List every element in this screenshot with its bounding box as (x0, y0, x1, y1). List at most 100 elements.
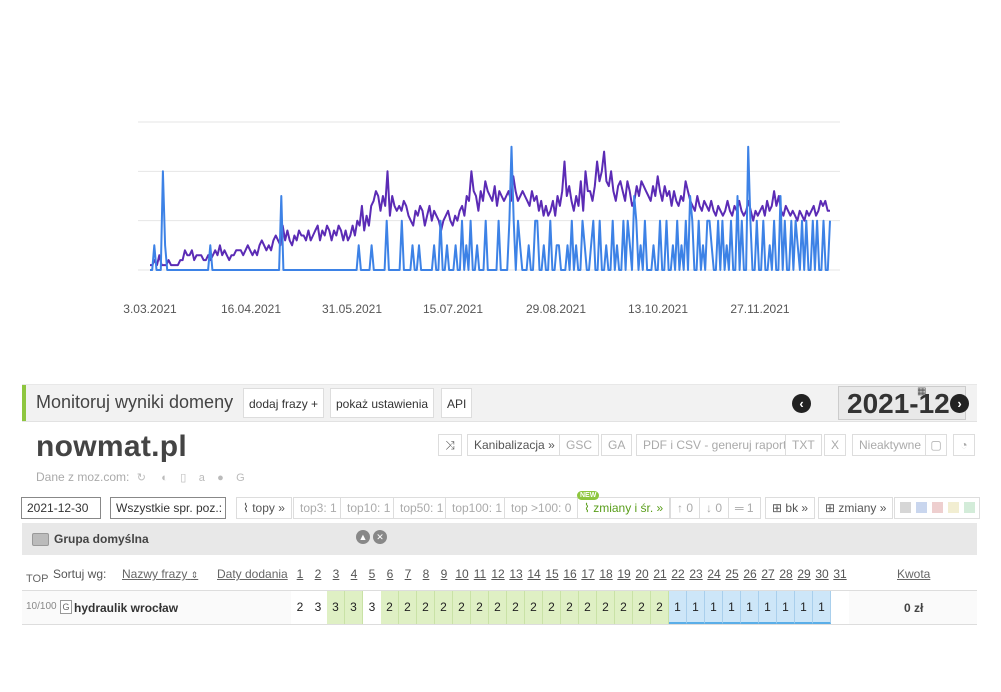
position-cell[interactable]: 1 (795, 591, 813, 624)
x-button[interactable]: X (824, 434, 847, 456)
top3-button[interactable]: top3: 1 (293, 497, 344, 519)
sort-by-date-added[interactable]: Daty dodania (217, 567, 288, 581)
position-cell[interactable]: 1 (705, 591, 723, 624)
position-cell[interactable]: 2 (651, 591, 669, 624)
day-header[interactable]: 31 (831, 567, 849, 581)
position-cell[interactable]: 2 (417, 591, 435, 624)
position-cell[interactable]: 2 (525, 591, 543, 624)
position-cell[interactable]: 1 (687, 591, 705, 624)
phrase-name[interactable]: hydraulik wrocław (74, 601, 178, 615)
day-header[interactable]: 18 (597, 567, 615, 581)
inactive-button[interactable]: Nieaktywne (852, 434, 929, 456)
day-header[interactable]: 20 (633, 567, 651, 581)
position-cell[interactable]: 1 (813, 591, 831, 624)
changes-button[interactable]: ⊞ zmiany » (818, 497, 894, 519)
ga-button[interactable]: GA (601, 434, 633, 456)
position-cell[interactable]: 1 (741, 591, 759, 624)
position-cell[interactable]: 2 (507, 591, 525, 624)
changes-avg-button[interactable]: ⌇ zmiany i śr. » (577, 497, 671, 519)
top-over100-button[interactable]: top >100: 0 (504, 497, 579, 519)
color-swatch[interactable] (932, 502, 943, 513)
top50-button[interactable]: top50: 1 (393, 497, 451, 519)
cannibalization-button[interactable]: Kanibalizacja » (467, 434, 562, 456)
day-header[interactable]: 27 (759, 567, 777, 581)
day-header[interactable]: 10 (453, 567, 471, 581)
color-swatch[interactable] (948, 502, 959, 513)
sort-by-amount[interactable]: Kwota (897, 567, 930, 581)
position-cell[interactable]: 3 (309, 591, 327, 624)
day-header[interactable]: 13 (507, 567, 525, 581)
day-header[interactable]: 12 (489, 567, 507, 581)
day-header[interactable]: 11 (471, 567, 489, 581)
position-cell[interactable]: 1 (759, 591, 777, 624)
collapse-icon[interactable]: ▲ (356, 530, 370, 544)
close-icon[interactable]: ✕ (373, 530, 387, 544)
day-header[interactable]: 22 (669, 567, 687, 581)
position-cell[interactable]: 2 (543, 591, 561, 624)
day-header[interactable]: 5 (363, 567, 381, 581)
day-header[interactable]: 8 (417, 567, 435, 581)
day-header[interactable]: 7 (399, 567, 417, 581)
bk-button[interactable]: ⊞ bk » (765, 497, 816, 519)
day-header[interactable]: 4 (345, 567, 363, 581)
position-cell[interactable]: 1 (777, 591, 795, 624)
gsc-button[interactable]: GSC (559, 434, 600, 456)
top10-button[interactable]: top10: 1 (340, 497, 398, 519)
day-header[interactable]: 17 (579, 567, 597, 581)
period-display[interactable]: 2021-12 ▦ (838, 386, 966, 420)
refresh-icon[interactable]: ↻ (137, 471, 146, 484)
down-filter-button[interactable]: ↓ 0 (699, 497, 730, 519)
position-cell[interactable]: 2 (453, 591, 471, 624)
date-select[interactable]: 2021-12-30 (21, 497, 101, 519)
equal-filter-button[interactable]: ═ 1 (728, 497, 761, 519)
day-header[interactable]: 28 (777, 567, 795, 581)
position-cell[interactable]: 2 (291, 591, 309, 624)
position-cell[interactable]: 2 (381, 591, 399, 624)
day-header[interactable]: 15 (543, 567, 561, 581)
position-cell[interactable]: 3 (363, 591, 381, 624)
position-cell[interactable]: 2 (633, 591, 651, 624)
up-filter-button[interactable]: ↑ 0 (670, 497, 701, 519)
position-cell[interactable]: 2 (399, 591, 417, 624)
trash-icon[interactable]: ▢ (925, 434, 947, 456)
show-settings-button[interactable]: pokaż ustawienia (330, 388, 435, 418)
top100-button[interactable]: top100: 1 (445, 497, 510, 519)
calendar-icon[interactable]: ▦ (917, 386, 926, 397)
position-cell[interactable]: 1 (723, 591, 741, 624)
position-cell[interactable]: 2 (435, 591, 453, 624)
next-period-icon[interactable]: › (950, 394, 969, 413)
day-header[interactable]: 14 (525, 567, 543, 581)
day-header[interactable]: 16 (561, 567, 579, 581)
position-cell[interactable]: 3 (327, 591, 345, 624)
color-swatches[interactable] (894, 497, 980, 519)
position-cell[interactable]: 2 (561, 591, 579, 624)
day-header[interactable]: 24 (705, 567, 723, 581)
day-header[interactable]: 19 (615, 567, 633, 581)
day-header[interactable]: 26 (741, 567, 759, 581)
position-cell[interactable] (831, 591, 849, 624)
color-swatch[interactable] (964, 502, 975, 513)
report-button[interactable]: PDF i CSV - generuj raport (636, 434, 794, 456)
color-swatch[interactable] (900, 502, 911, 513)
day-header[interactable]: 1 (291, 567, 309, 581)
shuffle-icon[interactable]: ⤨ (438, 434, 462, 456)
day-header[interactable]: 21 (651, 567, 669, 581)
table-row[interactable]: 10/100 G hydraulik wrocław 2333322222222… (22, 590, 977, 625)
prev-period-icon[interactable]: ‹ (792, 394, 811, 413)
txt-button[interactable]: TXT (785, 434, 822, 456)
pie-chart-icon[interactable]: ◔ (953, 434, 975, 456)
position-cell[interactable]: 2 (615, 591, 633, 624)
tops-button[interactable]: ⌇ topy » (236, 497, 292, 519)
day-header[interactable]: 29 (795, 567, 813, 581)
day-header[interactable]: 6 (381, 567, 399, 581)
day-header[interactable]: 30 (813, 567, 831, 581)
day-header[interactable]: 25 (723, 567, 741, 581)
day-header[interactable]: 2 (309, 567, 327, 581)
position-cell[interactable]: 2 (471, 591, 489, 624)
api-button[interactable]: API (441, 388, 473, 418)
color-swatch[interactable] (916, 502, 927, 513)
day-header[interactable]: 23 (687, 567, 705, 581)
day-header[interactable]: 9 (435, 567, 453, 581)
position-cell[interactable]: 2 (597, 591, 615, 624)
position-check-select[interactable]: Wszystkie spr. poz.: 1 (110, 497, 226, 519)
